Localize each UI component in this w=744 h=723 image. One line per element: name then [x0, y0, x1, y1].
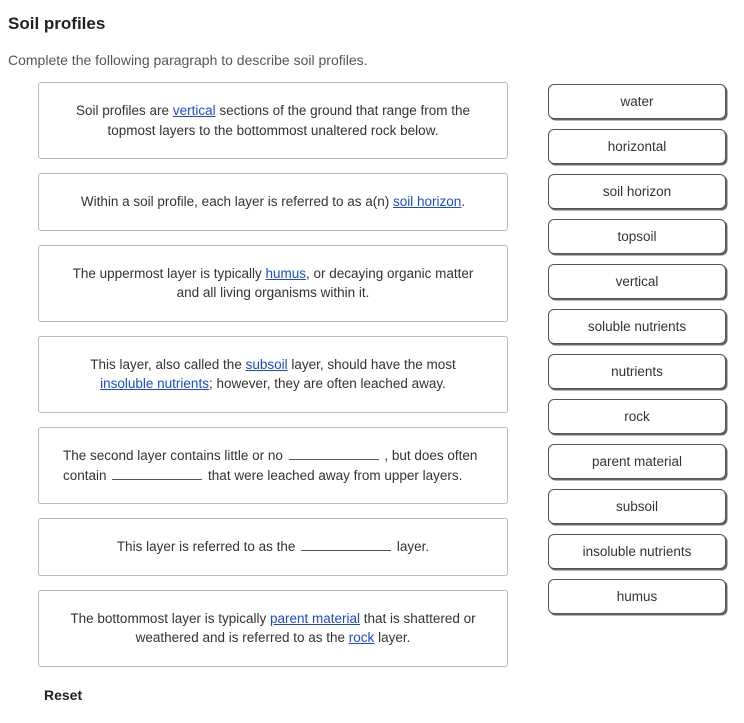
- sentence-text: .: [461, 194, 465, 209]
- filled-answer[interactable]: soil horizon: [393, 194, 461, 209]
- sentence-text: layer, should have the most: [288, 357, 456, 372]
- reset-button[interactable]: Reset: [38, 681, 82, 703]
- sentence-5[interactable]: The second layer contains little or no ,…: [38, 427, 508, 504]
- filled-answer[interactable]: parent material: [270, 611, 360, 626]
- option-soil-horizon[interactable]: soil horizon: [548, 174, 726, 209]
- filled-answer[interactable]: insoluble nutrients: [100, 376, 209, 391]
- sentence-text: layer.: [393, 539, 429, 554]
- filled-answer[interactable]: humus: [265, 266, 306, 281]
- blank-slot[interactable]: [301, 538, 391, 552]
- option-nutrients[interactable]: nutrients: [548, 354, 726, 389]
- option-subsoil[interactable]: subsoil: [548, 489, 726, 524]
- sentence-text: Soil profiles are: [76, 103, 173, 118]
- sentence-text: The uppermost layer is typically: [73, 266, 266, 281]
- option-soluble-nutrients[interactable]: soluble nutrients: [548, 309, 726, 344]
- option-humus[interactable]: humus: [548, 579, 726, 614]
- sentence-text: that were leached away from upper layers…: [204, 468, 462, 483]
- options-column: water horizontal soil horizon topsoil ve…: [508, 82, 736, 624]
- filled-answer[interactable]: rock: [349, 630, 375, 645]
- sentence-text: The second layer contains little or no: [63, 448, 287, 463]
- sentence-text: layer.: [374, 630, 410, 645]
- sentence-text: This layer is referred to as the: [117, 539, 299, 554]
- sentence-7[interactable]: The bottommost layer is typically parent…: [38, 590, 508, 667]
- blank-slot[interactable]: [112, 466, 202, 480]
- option-topsoil[interactable]: topsoil: [548, 219, 726, 254]
- option-water[interactable]: water: [548, 84, 726, 119]
- sentence-2[interactable]: Within a soil profile, each layer is ref…: [38, 173, 508, 231]
- option-insoluble-nutrients[interactable]: insoluble nutrients: [548, 534, 726, 569]
- sentence-text: ; however, they are often leached away.: [209, 376, 446, 391]
- sentence-text: This layer, also called the: [90, 357, 245, 372]
- option-parent-material[interactable]: parent material: [548, 444, 726, 479]
- sentence-3[interactable]: The uppermost layer is typically humus, …: [38, 245, 508, 322]
- sentence-4[interactable]: This layer, also called the subsoil laye…: [38, 336, 508, 413]
- filled-answer[interactable]: subsoil: [246, 357, 288, 372]
- sentence-text: The bottommost layer is typically: [70, 611, 270, 626]
- page-title: Soil profiles: [8, 14, 736, 34]
- sentence-text: Within a soil profile, each layer is ref…: [81, 194, 393, 209]
- option-vertical[interactable]: vertical: [548, 264, 726, 299]
- sentence-6[interactable]: This layer is referred to as the layer.: [38, 518, 508, 576]
- filled-answer[interactable]: vertical: [173, 103, 216, 118]
- option-horizontal[interactable]: horizontal: [548, 129, 726, 164]
- sentences-column: Soil profiles are vertical sections of t…: [8, 82, 508, 703]
- option-rock[interactable]: rock: [548, 399, 726, 434]
- sentence-1[interactable]: Soil profiles are vertical sections of t…: [38, 82, 508, 159]
- blank-slot[interactable]: [289, 446, 379, 460]
- instructions-text: Complete the following paragraph to desc…: [8, 52, 736, 68]
